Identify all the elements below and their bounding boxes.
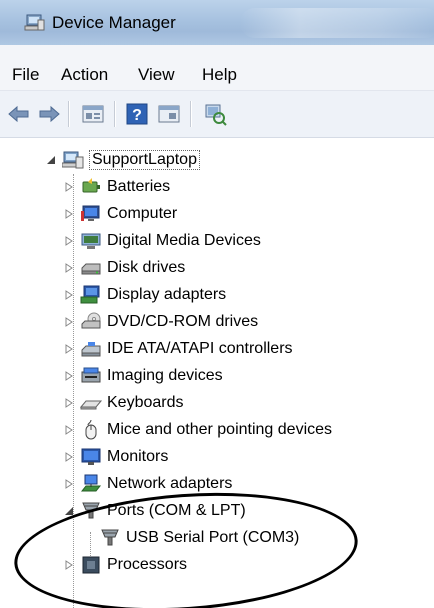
computer-icon: [81, 205, 100, 221]
mouse-icon: [85, 419, 97, 440]
dvd-drive-icon: [81, 312, 101, 329]
tree-item-ide-ata-atapi-controllers[interactable]: IDE ATA/ATAPI controllers: [64, 336, 293, 362]
tree-item-label: DVD/CD-ROM drives: [107, 313, 259, 330]
display-adapter-icon: [80, 285, 100, 304]
tree-item-label: Display adapters: [107, 286, 227, 303]
tree-item-mice[interactable]: Mice and other pointing devices: [64, 417, 332, 443]
expand-triangle-icon[interactable]: [64, 236, 74, 246]
tree-item-label: Batteries: [107, 178, 171, 195]
battery-icon: [82, 178, 100, 193]
expand-triangle-icon[interactable]: [64, 290, 74, 300]
tree-item-monitors[interactable]: Monitors: [64, 444, 168, 470]
tree-item-label: Imaging devices: [107, 367, 223, 384]
monitor-icon: [81, 448, 101, 465]
properties-icon[interactable]: [80, 101, 106, 127]
menu-file[interactable]: File: [12, 65, 39, 85]
window-title: Device Manager: [52, 13, 176, 32]
collapse-triangle-icon[interactable]: [46, 155, 56, 165]
tree-item-label: IDE ATA/ATAPI controllers: [107, 340, 293, 357]
tree-item-imaging-devices[interactable]: Imaging devices: [64, 363, 223, 389]
expand-triangle-icon[interactable]: [64, 317, 74, 327]
expand-triangle-icon[interactable]: [64, 398, 74, 408]
tree-item-computer[interactable]: Computer: [64, 201, 177, 227]
tree-item-keyboards[interactable]: Keyboards: [64, 390, 184, 416]
toolbar: ?: [0, 91, 434, 138]
back-arrow-icon[interactable]: [6, 101, 32, 127]
tree-root-row[interactable]: SupportLaptop: [46, 147, 200, 173]
device-manager-icon: [24, 14, 45, 31]
tree-item-label: Monitors: [107, 448, 169, 465]
expand-triangle-icon[interactable]: [64, 452, 74, 462]
ide-controller-icon: [81, 342, 101, 357]
network-adapter-icon: [80, 474, 102, 492]
tree-item-label: Network adapters: [107, 475, 233, 492]
toolbar-separator: [114, 101, 116, 127]
expand-triangle-icon[interactable]: [64, 479, 74, 489]
menu-action[interactable]: Action: [61, 65, 108, 85]
expand-triangle-icon[interactable]: [64, 263, 74, 273]
tree-item-display-adapters[interactable]: Display adapters: [64, 282, 226, 308]
tree-item-label: Disk drives: [107, 259, 186, 276]
menu-bar: File Action View Help: [0, 45, 434, 91]
tree-item-label: Digital Media Devices: [107, 232, 261, 249]
menu-view[interactable]: View: [138, 65, 175, 85]
tree-item-batteries[interactable]: Batteries: [64, 174, 170, 200]
svg-text:?: ?: [132, 107, 142, 124]
tree-item-label: Mice and other pointing devices: [107, 421, 333, 438]
computer-root-icon: [62, 151, 84, 169]
tree-root-label: SupportLaptop: [89, 150, 200, 170]
help-icon[interactable]: ?: [124, 101, 150, 127]
title-bar-glow: [240, 8, 434, 38]
show-hidden-icon[interactable]: [156, 101, 182, 127]
keyboard-icon: [80, 400, 102, 410]
tree-item-disk-drives[interactable]: Disk drives: [64, 255, 185, 281]
device-manager-window: Device Manager File Action View Help ? S…: [0, 0, 434, 608]
imaging-device-icon: [81, 367, 101, 383]
forward-arrow-icon[interactable]: [36, 101, 62, 127]
toolbar-separator: [190, 101, 192, 127]
expand-triangle-icon[interactable]: [64, 425, 74, 435]
toolbar-separator: [68, 101, 70, 127]
title-bar[interactable]: Device Manager: [0, 0, 434, 45]
tree-item-digital-media-devices[interactable]: Digital Media Devices: [64, 228, 261, 254]
scan-hardware-icon[interactable]: [202, 101, 228, 127]
expand-triangle-icon[interactable]: [64, 371, 74, 381]
expand-triangle-icon[interactable]: [64, 209, 74, 219]
tree-item-dvd-cd-rom-drives[interactable]: DVD/CD-ROM drives: [64, 309, 258, 335]
tree-item-label: Keyboards: [107, 394, 184, 411]
media-device-icon: [81, 233, 101, 249]
disk-drive-icon: [81, 263, 101, 275]
tree-item-label: Computer: [107, 205, 178, 222]
expand-triangle-icon[interactable]: [64, 182, 74, 192]
menu-help[interactable]: Help: [202, 65, 237, 85]
expand-triangle-icon[interactable]: [64, 344, 74, 354]
